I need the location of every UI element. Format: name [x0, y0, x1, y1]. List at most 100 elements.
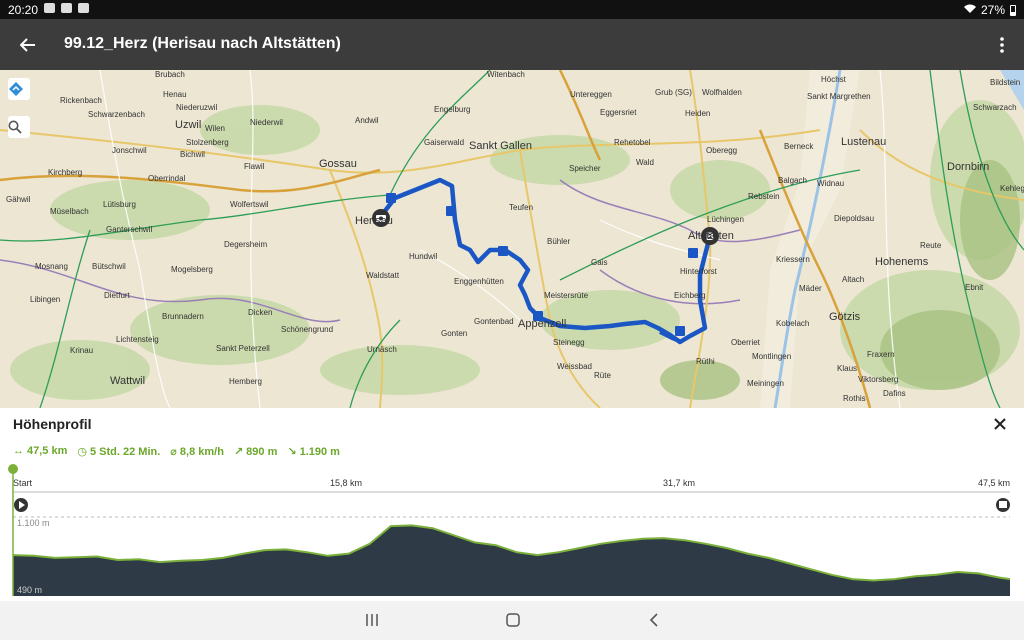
map-label: Rüthi — [696, 357, 715, 366]
map-label: Niederuzwil — [176, 103, 218, 112]
notification-icons — [44, 3, 89, 13]
map-label: Bildstein — [990, 78, 1021, 87]
map-label: Lüchingen — [707, 215, 744, 224]
map-label: Wolfertswil — [230, 200, 269, 209]
status-time: 20:20 — [8, 3, 39, 17]
home-button[interactable] — [501, 609, 525, 631]
cursor-handle — [8, 464, 18, 474]
battery-icon — [1010, 4, 1016, 16]
back-button[interactable] — [14, 31, 42, 59]
recents-button[interactable] — [360, 609, 384, 631]
stat-ascent: ↗ 890 m — [234, 445, 277, 458]
battery-percent: 27% — [980, 3, 1005, 17]
x-tick-label: 47,5 km — [978, 478, 1010, 488]
map-label: Götzis — [829, 311, 861, 323]
map-label: Montlingen — [752, 352, 792, 361]
map-label: Klaus — [837, 364, 858, 373]
map-label: Eggersriet — [600, 108, 637, 117]
stat-descent: ↘ 1.190 m — [287, 445, 340, 458]
map-label: Oberriet — [731, 338, 760, 347]
map-label: Müselbach — [50, 207, 89, 216]
home-icon — [506, 613, 520, 627]
image-notification-icon — [44, 3, 55, 13]
finish-flag-glyph — [999, 501, 1007, 508]
map-label: Schönengrund — [281, 325, 334, 334]
close-icon — [994, 418, 1006, 430]
map-label: Altstätten — [688, 230, 734, 242]
elevation-chart[interactable]: Start 15,8 km 31,7 km 47,5 km 1.100 m 490 m — [0, 464, 1024, 601]
more-options-button[interactable] — [992, 31, 1012, 59]
map-label: Hemberg — [229, 377, 262, 386]
arrow-left-icon — [19, 38, 35, 52]
ascent-icon: ↗ — [233, 446, 244, 458]
map-label: Kriessern — [776, 255, 810, 264]
map-label: Enggenhütten — [454, 277, 504, 286]
map-label: Sankt Margrethen — [807, 92, 871, 101]
map-label: Gossau — [319, 158, 357, 170]
map-label: Berneck — [784, 142, 814, 151]
map-label: Weissbad — [557, 362, 592, 371]
elevation-panel: Höhenprofil ↔ 47,5 km ◷ 5 Std. 22 Min. ⌀ 8,… — [0, 408, 1024, 601]
x-tick-label: 15,8 km — [330, 478, 362, 488]
map-label: Kirchberg — [48, 168, 83, 177]
map-label: Bühler — [547, 237, 571, 246]
youtube-notification-icon — [78, 3, 89, 13]
map-label: Rüte — [594, 371, 611, 380]
map-label: Schwarzach — [973, 103, 1017, 112]
map-label: Schwarzenbach — [88, 110, 145, 119]
route-layer-button[interactable] — [8, 78, 30, 100]
map-label: Gontenbad — [474, 317, 514, 326]
map-label: Eichberg — [674, 291, 706, 300]
map-label: Krinau — [70, 346, 94, 355]
map-label: Diepoldsau — [834, 214, 875, 223]
map-label: Lustenau — [841, 136, 887, 148]
map-label: Appenzell — [518, 318, 567, 330]
map-label: Engelburg — [434, 105, 471, 114]
map-label: Widnau — [817, 179, 845, 188]
map-label: Viktorsberg — [858, 375, 899, 384]
map-label: Altach — [842, 275, 865, 284]
clock-icon: ◷ — [77, 446, 87, 458]
map-label: Hinterforst — [680, 267, 717, 276]
map-label: Hohenems — [875, 256, 929, 268]
map-label: Bütschwil — [92, 262, 126, 271]
map-label: Speicher — [569, 164, 601, 173]
map-search-button[interactable] — [8, 116, 30, 138]
map-label: Wattwil — [110, 375, 146, 387]
map-label: Degersheim — [224, 240, 268, 249]
map-label: Wilen — [205, 124, 226, 133]
descent-icon: ↘ — [287, 446, 297, 458]
map-label: Bichwil — [180, 150, 205, 159]
more-vert-icon — [1000, 37, 1004, 53]
map-label: Brubach — [155, 70, 185, 79]
recents-icon — [366, 614, 378, 626]
stat-duration: ◷ 5 Std. 22 Min. — [77, 445, 160, 458]
route-stats: ↔ 47,5 km ◷ 5 Std. 22 Min. ⌀ 8,8 km/h ↗ 890 … — [13, 445, 340, 458]
map-label: Wolfhalden — [702, 88, 742, 97]
close-button[interactable] — [990, 414, 1010, 434]
map-label: Brunnadern — [162, 312, 204, 321]
distance-icon: ↔ — [13, 445, 24, 457]
map-label: Untereggen — [570, 90, 612, 99]
map-label: Mogelsberg — [171, 265, 213, 274]
map-label: Dicken — [248, 308, 273, 317]
x-tick-label: 31,7 km — [663, 478, 695, 488]
map-view[interactable]: B Brubach Rickenbach Schwarzenbach Uzwil Hen… — [0, 70, 1024, 408]
speed-value: 8,8 km/h — [179, 446, 224, 458]
status-right: 27% — [963, 3, 1016, 17]
map-label: Gonten — [441, 329, 468, 338]
map-label: Andwil — [355, 116, 379, 125]
map-label: Dornbirn — [947, 161, 990, 173]
map-label: Gaiserwald — [424, 138, 465, 147]
map-label: Uzwil — [175, 119, 202, 131]
map-label: Reute — [920, 241, 942, 250]
nav-back-button[interactable] — [642, 609, 666, 631]
cloud-notification-icon — [61, 3, 72, 13]
descent-value: 1.190 m — [299, 446, 340, 458]
map-label: Sankt Gallen — [469, 140, 532, 152]
map-label: Kehlegg — [1000, 184, 1024, 193]
map-label: Ebnit — [965, 283, 984, 292]
y-label-bottom: 490 m — [17, 585, 42, 595]
map-label: Hundwil — [409, 252, 438, 261]
map-label: Jonschwil — [112, 146, 147, 155]
